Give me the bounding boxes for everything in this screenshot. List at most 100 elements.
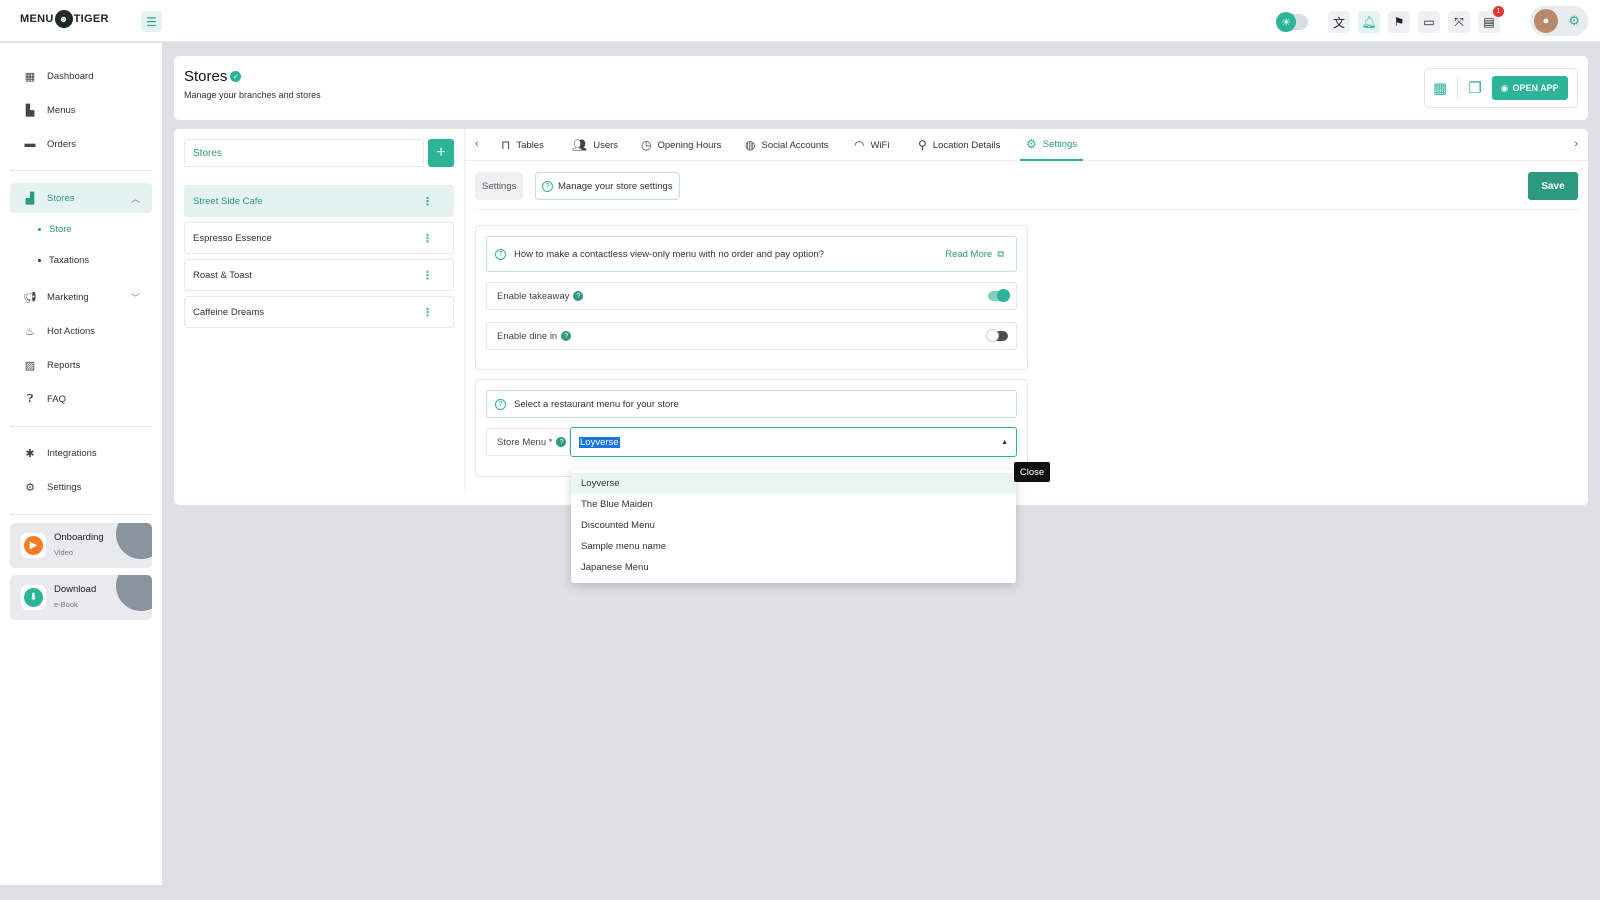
dropdown-option-discounted-menu[interactable]: Discounted Menu (571, 515, 1016, 536)
translate-icon[interactable]: 文 (1328, 11, 1350, 33)
more-vertical-icon[interactable]: ⋮ (422, 232, 433, 245)
info-text: How to make a contactless view-only menu… (514, 248, 824, 260)
avatar: ● (1534, 9, 1558, 33)
flag-icon[interactable]: ⚑ (1388, 11, 1410, 33)
dropdown-option-loyverse[interactable]: Loyverse (571, 473, 1016, 494)
chevron-left-icon[interactable]: ‹ (475, 138, 479, 150)
store-item-caffeine-dreams[interactable]: Caffeine Dreams ⋮ (184, 296, 454, 328)
sidebar-item-menus[interactable]: ▙ Menus (10, 95, 152, 125)
read-more-link[interactable]: Read More ⧉ (945, 249, 1004, 260)
tab-label: Settings (1042, 138, 1078, 150)
help-icon[interactable]: ? (556, 437, 567, 447)
save-button[interactable]: Save (1528, 172, 1578, 200)
tab-location-details[interactable]: ⚲ Location Details (918, 129, 1000, 161)
manage-settings-label: Manage your store settings (558, 180, 673, 192)
page-subtitle: Manage your branches and stores (184, 90, 321, 100)
store-item-label: Caffeine Dreams (193, 306, 265, 318)
gear-icon: ⚙ (25, 481, 35, 494)
help-circle-icon: ? (495, 398, 506, 410)
store-menu-select[interactable]: Loyverse ▲ (570, 427, 1017, 457)
sidebar-item-reports[interactable]: ▨ Reports (10, 350, 152, 380)
contactless-info-banner: ? How to make a contactless view-only me… (486, 236, 1017, 272)
sidebar-item-integrations[interactable]: ✱ Integrations (10, 438, 152, 468)
sidebar-subitem-store[interactable]: Store (38, 224, 72, 235)
megaphone-icon: 📢︎ (23, 291, 37, 304)
sidebar-item-label: Orders (47, 138, 77, 150)
dropdown-option-label: Japanese Menu (581, 562, 649, 573)
faq-icon: ❓︎ (26, 392, 34, 405)
bell-icon[interactable]: 🔔︎ (1358, 11, 1380, 33)
sidebar-item-hot-actions[interactable]: ♨ Hot Actions (10, 316, 152, 346)
chevron-right-icon[interactable]: › (1574, 138, 1578, 150)
tab-wifi[interactable]: ◠ WiFi (854, 129, 889, 161)
tab-opening-hours[interactable]: ◷ Opening Hours (641, 129, 721, 161)
theme-toggle[interactable]: ☀ (1276, 12, 1308, 32)
decorative-corner (116, 523, 152, 559)
help-icon[interactable]: ? (573, 291, 584, 301)
more-vertical-icon[interactable]: ⋮ (422, 306, 433, 319)
help-icon[interactable]: ? (561, 331, 572, 341)
enable-takeaway-toggle[interactable] (988, 289, 1010, 302)
devices-icon[interactable]: ▭ (1418, 11, 1440, 33)
read-more-label: Read More (945, 248, 993, 260)
sidebar-item-marketing[interactable]: 📢︎ Marketing ﹀ (10, 282, 152, 312)
ordering-options-panel: ? How to make a contactless view-only me… (475, 225, 1028, 370)
add-store-button[interactable]: + (428, 139, 454, 167)
menu-tiger-logo[interactable]: MENU ☻ TIGER (20, 10, 109, 28)
divider (1457, 76, 1459, 100)
reports-icon: ▨ (24, 359, 36, 372)
profile-menu[interactable]: ● ⚙ (1530, 6, 1588, 36)
hamburger-menu-icon[interactable]: ☰ (141, 11, 162, 32)
tab-social-accounts[interactable]: ◍ Social Accounts (745, 129, 829, 161)
store-item-roast-toast[interactable]: Roast & Toast ⋮ (184, 259, 454, 291)
top-icons: ☀ 文 🔔︎ ⚑ ▭ ⤧ ▤ 1 (1276, 6, 1504, 33)
fullscreen-icon[interactable]: ⤧ (1448, 11, 1470, 33)
open-app-button[interactable]: ◉ OPEN APP (1491, 76, 1568, 100)
column-divider (464, 129, 465, 491)
help-circle-icon: ? (542, 180, 553, 192)
tab-users[interactable]: 👥︎ Users (572, 129, 618, 161)
enable-dine-in-toggle[interactable] (986, 329, 1008, 342)
sidebar-item-settings[interactable]: ⚙ Settings (10, 472, 152, 502)
stores-search-input[interactable]: Stores (184, 139, 424, 167)
dropdown-option-japanese-menu[interactable]: Japanese Menu (571, 557, 1016, 578)
sidebar-item-stores[interactable]: ▟ Stores ︿ (10, 183, 152, 213)
open-app-label: OPEN APP (1512, 83, 1559, 93)
tab-label: Opening Hours (657, 139, 722, 151)
settings-chip-label: Settings (482, 180, 517, 192)
onboarding-video-card[interactable]: ▶ Onboarding Video (10, 523, 152, 568)
sidebar-item-faq[interactable]: ❓︎ FAQ (10, 384, 152, 414)
sidebar-item-dashboard[interactable]: ▦ Dashboard (10, 61, 152, 91)
copy-icon[interactable]: ❐ (1468, 79, 1481, 97)
dropdown-option-label: The Blue Maiden (581, 499, 653, 510)
tab-label: Location Details (932, 139, 1001, 151)
sidebar-item-orders[interactable]: ▬ Orders (10, 129, 152, 159)
store-item-label: Espresso Essence (193, 232, 272, 244)
store-menu-selected-value: Loyverse (579, 436, 620, 448)
external-link-icon: ⧉ (997, 248, 1004, 260)
tab-settings[interactable]: ⚙ Settings (1020, 129, 1084, 161)
dropdown-option-label: Sample menu name (581, 541, 667, 552)
sidebar-item-label: Menus (47, 104, 76, 116)
store-item-espresso-essence[interactable]: Espresso Essence ⋮ (184, 222, 454, 254)
globe-icon: ◍ (745, 138, 756, 152)
page-header-card: Stores ✓ Manage your branches and stores… (174, 56, 1588, 120)
clipboard-icon[interactable]: ▤ 1 (1478, 6, 1504, 33)
store-item-street-side-cafe[interactable]: Street Side Cafe ⋮ (184, 185, 454, 217)
more-vertical-icon[interactable]: ⋮ (422, 195, 433, 208)
users-icon: 👥︎ (572, 138, 588, 152)
page-title-text: Stores (184, 68, 228, 85)
dropdown-option-blue-maiden[interactable]: The Blue Maiden (571, 494, 1016, 515)
tab-tables[interactable]: ⊓ Tables (501, 129, 544, 161)
sidebar-item-label: Stores (47, 192, 75, 204)
tab-label: Tables (516, 139, 544, 151)
qr-code-icon[interactable]: ▦ (1433, 79, 1447, 97)
manage-settings-help[interactable]: ? Manage your store settings (535, 172, 680, 200)
dropdown-option-sample-menu[interactable]: Sample menu name (571, 536, 1016, 557)
logo-text-left: MENU (20, 13, 54, 25)
more-vertical-icon[interactable]: ⋮ (422, 269, 433, 282)
chevron-down-icon: ﹀ (130, 292, 140, 303)
sidebar-subitem-taxations[interactable]: Taxations (38, 255, 89, 266)
download-ebook-card[interactable]: ⬇ Download e-Book (10, 575, 152, 620)
gear-icon: ⚙ (1026, 137, 1037, 151)
